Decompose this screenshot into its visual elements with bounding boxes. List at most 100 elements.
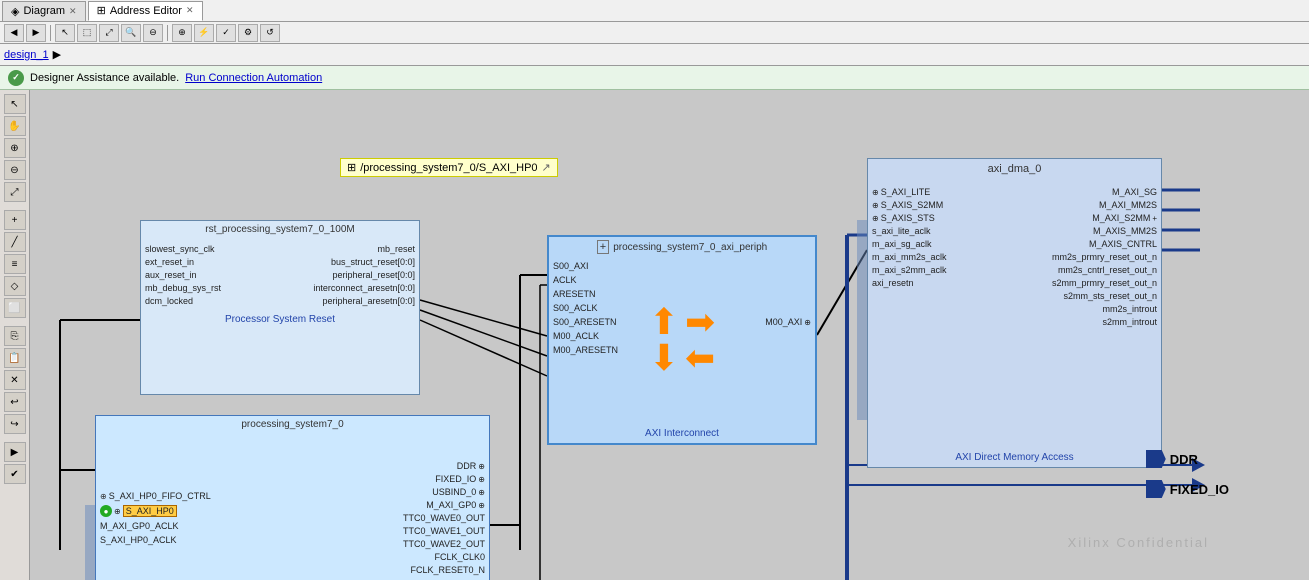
axi-int-port-s00[interactable]: S00_AXI	[553, 261, 618, 271]
axi-dma-port-m-axis-cntrl[interactable]: M_AXIS_CNTRL	[1052, 239, 1157, 249]
m-axi-s2mm-plus: +	[1152, 214, 1157, 223]
rst-port-bus-struct[interactable]: bus_struct_reset[0:0]	[313, 257, 415, 267]
run-connection-automation-link[interactable]: Run Connection Automation	[185, 72, 322, 84]
tab-bar: ◈ Diagram ✕ ⊞ Address Editor ✕	[0, 0, 1309, 22]
ps-port-ttc0-wave0[interactable]: TTC0_WAVE0_OUT	[403, 513, 485, 523]
axi-int-port-m00-aclk[interactable]: M00_ACLK	[553, 331, 618, 341]
axi-int-right-ports: M00_AXI⊕	[765, 317, 811, 327]
tool-bus[interactable]: ≡	[4, 254, 26, 274]
axi-dma-port-s2mm-intr[interactable]: s2mm_introut	[1052, 317, 1157, 327]
tool-validate2[interactable]: ✔	[4, 464, 26, 484]
ps-port-fclk-reset[interactable]: FCLK_RESET0_N	[403, 565, 485, 575]
diagram-tab-close[interactable]: ✕	[69, 6, 77, 17]
toolbar-btn-pointer[interactable]: ↖	[55, 24, 75, 42]
tool-run[interactable]: ▶	[4, 442, 26, 462]
tool-copy[interactable]: ⎘	[4, 326, 26, 346]
ps-port-m-axi-gp0-aclk[interactable]: M_AXI_GP0_ACLK	[100, 521, 211, 531]
axi-dma-block[interactable]: axi_dma_0 ⊕S_AXI_LITE ⊕S_AXIS_S2MM ⊕S_AX…	[867, 158, 1162, 468]
axi-dma-port-m-axi-s2mm-aclk[interactable]: m_axi_s2mm_aclk	[872, 265, 947, 275]
arrow-down-icon: ⬇	[649, 340, 679, 376]
toolbar-btn-add[interactable]: ⊕	[172, 24, 192, 42]
rst-port-mb-debug[interactable]: mb_debug_sys_rst	[145, 283, 221, 293]
ps-block[interactable]: processing_system7_0 ⊕ S_AXI_HP0_FIFO_CT…	[95, 415, 490, 580]
ps-port-ttc0-wave1[interactable]: TTC0_WAVE1_OUT	[403, 526, 485, 536]
toolbar-btn-zoom-fit[interactable]: ⤢	[99, 24, 119, 42]
rst-port-interconnect-aresetn[interactable]: interconnect_aresetn[0:0]	[313, 283, 415, 293]
address-editor-tab-close[interactable]: ✕	[186, 5, 194, 16]
tool-pan[interactable]: ✋	[4, 116, 26, 136]
ps-port-fixed-io[interactable]: FIXED_IO⊕	[403, 474, 485, 484]
toolbar-btn-select[interactable]: ⬚	[77, 24, 97, 42]
tool-delete[interactable]: ✕	[4, 370, 26, 390]
tool-redo[interactable]: ↪	[4, 414, 26, 434]
axi-dma-port-axi-resetn[interactable]: axi_resetn	[872, 278, 947, 288]
toolbar-btn-auto[interactable]: ⚡	[194, 24, 214, 42]
axi-dma-port-s-axis-s2mm[interactable]: ⊕S_AXIS_S2MM	[872, 200, 947, 210]
ps-port-m-axi-gp0[interactable]: M_AXI_GP0⊕	[403, 500, 485, 510]
rst-port-dcm[interactable]: dcm_locked	[145, 296, 221, 306]
left-tools: ↖ ✋ ⊕ ⊖ ⤢ + ╱ ≡ ◇ ⬜ ⎘ 📋 ✕ ↩ ↪ ▶ ✔	[0, 90, 30, 580]
axi-dma-port-m-axi-sg[interactable]: M_AXI_SG	[1052, 187, 1157, 197]
tool-fit[interactable]: ⤢	[4, 182, 26, 202]
rst-port-ext-reset[interactable]: ext_reset_in	[145, 257, 221, 267]
rst-port-peripheral-reset[interactable]: peripheral_reset[0:0]	[313, 270, 415, 280]
axi-dma-port-m-axi-mm2s[interactable]: M_AXI_MM2S	[1052, 200, 1157, 210]
toolbar-btn-forward[interactable]: ▶	[26, 24, 46, 42]
axi-int-block-label: AXI Interconnect	[549, 428, 815, 439]
ps-port-usbind[interactable]: USBIND_0⊕	[403, 487, 485, 497]
axi-dma-port-m-axi-sg-aclk[interactable]: m_axi_sg_aclk	[872, 239, 947, 249]
rst-block[interactable]: rst_processing_system7_0_100M slowest_sy…	[140, 220, 420, 395]
ps-port-ddr[interactable]: DDR⊕	[403, 461, 485, 471]
breadcrumb-design[interactable]: design_1	[4, 49, 49, 61]
tool-boundary[interactable]: ⬜	[4, 298, 26, 318]
tool-select[interactable]: ↖	[4, 94, 26, 114]
ps-port-hp0-aclk[interactable]: S_AXI_HP0_ACLK	[100, 535, 211, 545]
tool-add-ip[interactable]: +	[4, 210, 26, 230]
axi-int-expand-icon[interactable]: +	[597, 240, 609, 254]
tool-wire[interactable]: ╱	[4, 232, 26, 252]
axi-dma-port-m-axi-mm2s-aclk[interactable]: m_axi_mm2s_aclk	[872, 252, 947, 262]
notification-bar: ✓ Designer Assistance available. Run Con…	[0, 66, 1309, 90]
ps-port-hp0-fifo[interactable]: ⊕ S_AXI_HP0_FIFO_CTRL	[100, 491, 211, 501]
tool-undo[interactable]: ↩	[4, 392, 26, 412]
axi-dma-port-mm2s-intr[interactable]: mm2s_introut	[1052, 304, 1157, 314]
arrow-up-icon: ⬆	[649, 304, 679, 340]
rst-port-mb-reset[interactable]: mb_reset	[313, 244, 415, 254]
rst-port-aux-reset[interactable]: aux_reset_in	[145, 270, 221, 280]
ps-port-fclk[interactable]: FCLK_CLK0	[403, 552, 485, 562]
ps-port-hp0[interactable]: ● ⊕ S_AXI_HP0	[100, 505, 211, 517]
notification-icon: ✓	[8, 70, 24, 86]
tool-zoom-in[interactable]: ⊕	[4, 138, 26, 158]
axi-int-block[interactable]: + processing_system7_0_axi_periph S00_AX…	[547, 235, 817, 445]
toolbar-btn-back[interactable]: ◀	[4, 24, 24, 42]
axi-int-port-m00-aresetn[interactable]: M00_ARESETN	[553, 345, 618, 355]
axi-dma-port-mm2s-prmry[interactable]: mm2s_prmry_reset_out_n	[1052, 252, 1157, 262]
axi-dma-port-mm2s-cntrl[interactable]: mm2s_cntrl_reset_out_n	[1052, 265, 1157, 275]
axi-int-port-aclk[interactable]: ACLK	[553, 275, 618, 285]
axi-dma-port-m-axi-s2mm[interactable]: M_AXI_S2MM+	[1052, 213, 1157, 223]
tab-address-editor[interactable]: ⊞ Address Editor ✕	[88, 1, 203, 21]
ps-port-ttc0-wave2[interactable]: TTC0_WAVE2_OUT	[403, 539, 485, 549]
axi-dma-port-s-axi-lite-aclk[interactable]: s_axi_lite_aclk	[872, 226, 947, 236]
toolbar-btn-zoom-in[interactable]: 🔍	[121, 24, 141, 42]
rst-port-slowest[interactable]: slowest_sync_clk	[145, 244, 221, 254]
tool-paste[interactable]: 📋	[4, 348, 26, 368]
axi-dma-port-s2mm-prmry[interactable]: s2mm_prmry_reset_out_n	[1052, 278, 1157, 288]
axi-int-port-s00-aclk[interactable]: S00_ACLK	[553, 303, 618, 313]
axi-dma-port-m-axis-mm2s[interactable]: M_AXIS_MM2S	[1052, 226, 1157, 236]
tab-diagram[interactable]: ◈ Diagram ✕	[2, 1, 86, 21]
axi-dma-port-s2mm-sts[interactable]: s2mm_sts_reset_out_n	[1052, 291, 1157, 301]
toolbar-btn-zoom-out[interactable]: ⊖	[143, 24, 163, 42]
axi-dma-port-s-axi-lite[interactable]: ⊕S_AXI_LITE	[872, 187, 947, 197]
toolbar-btn-refresh[interactable]: ↺	[260, 24, 280, 42]
tool-port[interactable]: ◇	[4, 276, 26, 296]
axi-int-port-s00-aresetn[interactable]: S00_ARESETN	[553, 317, 618, 327]
axi-int-port-aresetn[interactable]: ARESETN	[553, 289, 618, 299]
toolbar-btn-settings[interactable]: ⚙	[238, 24, 258, 42]
axi-dma-port-s-axis-sts[interactable]: ⊕S_AXIS_STS	[872, 213, 947, 223]
tool-zoom-out[interactable]: ⊖	[4, 160, 26, 180]
axi-int-port-m00-axi[interactable]: M00_AXI⊕	[765, 317, 811, 327]
toolbar-btn-validate[interactable]: ✓	[216, 24, 236, 42]
rst-port-peripheral-aresetn[interactable]: peripheral_aresetn[0:0]	[313, 296, 415, 306]
ps-port-hp0-label[interactable]: S_AXI_HP0	[123, 505, 177, 517]
